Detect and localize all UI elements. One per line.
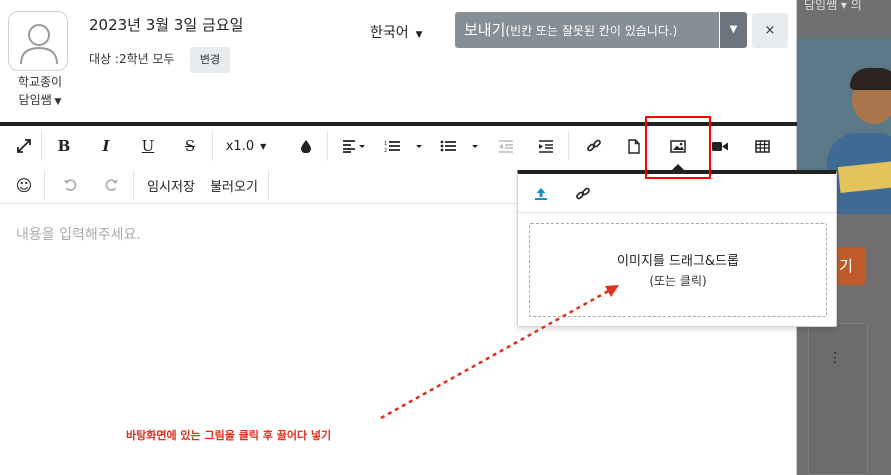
annotation-arrow	[380, 285, 619, 420]
annotation-text: 바탕화면에 있는 그림을 클릭 후 끌어다 넣기	[126, 429, 332, 442]
